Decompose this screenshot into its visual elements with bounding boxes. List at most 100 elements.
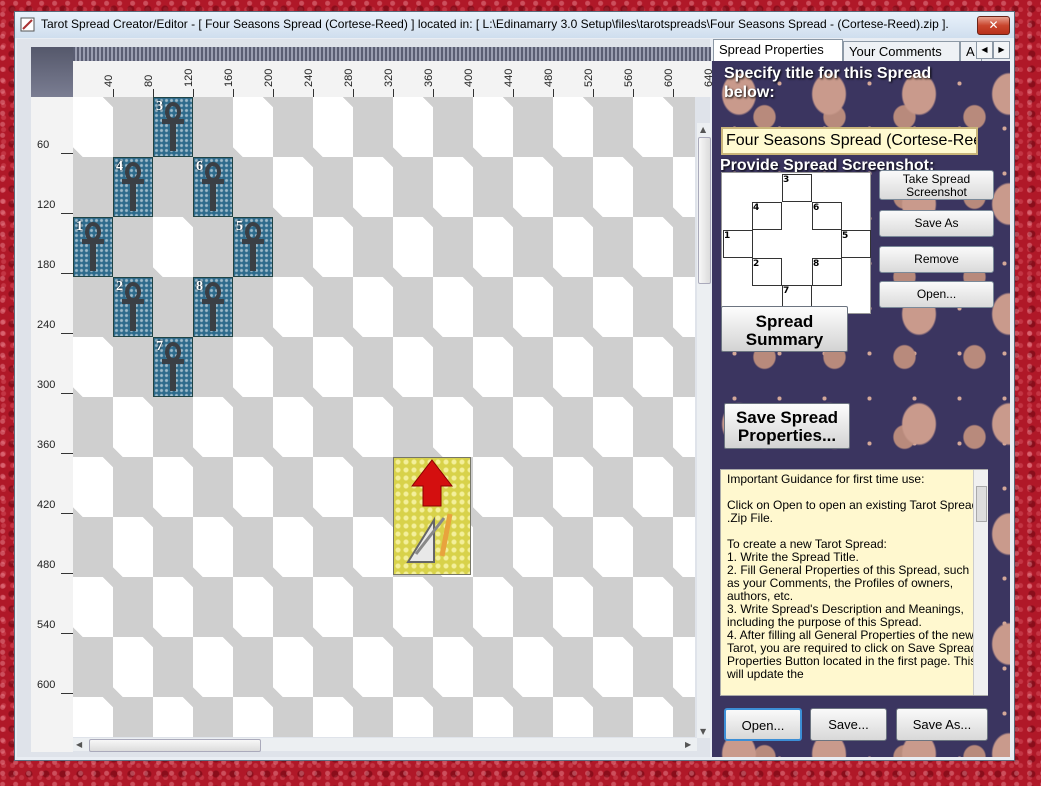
screenshot-box: 8 bbox=[812, 258, 842, 286]
card-number: 3 bbox=[156, 99, 163, 114]
ruler-top-label: 120 bbox=[183, 68, 195, 87]
ruler-tick bbox=[233, 89, 234, 97]
panel-background: Specify title for this Spread below: Fou… bbox=[712, 61, 1010, 757]
ruler-tick bbox=[353, 89, 354, 97]
ruler-top-label: 80 bbox=[143, 74, 155, 87]
ankh-icon bbox=[202, 282, 224, 331]
card-number: 7 bbox=[156, 339, 163, 354]
spread-card-position[interactable]: 4 bbox=[113, 157, 153, 217]
remove-screenshot-button[interactable]: Remove bbox=[879, 246, 994, 273]
spread-card-position[interactable]: 7 bbox=[153, 337, 193, 397]
ruler-left-label: 300 bbox=[37, 379, 56, 391]
scroll-right-icon[interactable]: ▶ bbox=[685, 740, 691, 749]
ruler-top: 40 80 120 160 200 240 280 320 360 400 440 480 520 560… bbox=[73, 47, 715, 97]
spread-board[interactable]: 3 4 6 1 5 2 8 7 bbox=[73, 97, 695, 737]
ruler-left-label: 180 bbox=[37, 259, 56, 271]
scroll-down-icon[interactable]: ▼ bbox=[700, 727, 706, 736]
card-number: 4 bbox=[116, 159, 123, 174]
card-number: 8 bbox=[196, 279, 203, 294]
ruler-tick bbox=[673, 89, 674, 97]
ankh-icon bbox=[202, 162, 224, 211]
card-number: 6 bbox=[196, 159, 203, 174]
properties-panel: Spread Properties Your Comments A ◀ ▶ Sp… bbox=[712, 39, 1010, 757]
horizontal-scroll-thumb[interactable] bbox=[89, 739, 261, 752]
ruler-tick bbox=[633, 89, 634, 97]
spread-title-input[interactable]: Four Seasons Spread (Cortese-Reed) bbox=[721, 127, 978, 155]
ruler-tick bbox=[61, 153, 73, 154]
ruler-tick bbox=[513, 89, 514, 97]
ruler-left-label: 60 bbox=[37, 139, 50, 151]
tab-your-comments[interactable]: Your Comments bbox=[843, 41, 960, 62]
ruler-left-label: 120 bbox=[37, 199, 56, 211]
screenshot-box: 1 bbox=[723, 230, 753, 258]
ruler-top-label: 160 bbox=[223, 68, 235, 87]
take-screenshot-button[interactable]: Take Spread Screenshot bbox=[879, 170, 994, 200]
save-button[interactable]: Save... bbox=[810, 708, 887, 741]
tab-scroll-left-icon[interactable]: ◀ bbox=[976, 41, 993, 59]
screenshot-box: 4 bbox=[752, 202, 782, 230]
guidance-scrollbar[interactable] bbox=[973, 470, 988, 695]
ankh-icon bbox=[122, 162, 144, 211]
save-screenshot-as-button[interactable]: Save As bbox=[879, 210, 994, 237]
ruler-tick bbox=[193, 89, 194, 97]
ruler-tick bbox=[113, 89, 114, 97]
ruler-tick bbox=[433, 89, 434, 97]
spread-card-position[interactable]: 5 bbox=[233, 217, 273, 277]
screenshot-box: 6 bbox=[812, 202, 842, 230]
ruler-top-label: 40 bbox=[103, 74, 115, 87]
ruler-tick bbox=[61, 513, 73, 514]
spread-canvas-area: 40 80 120 160 200 240 280 320 360 400 440 480 520 560… bbox=[17, 39, 715, 757]
vertical-scrollbar[interactable]: ▲ ▼ bbox=[697, 123, 711, 738]
card-number: 5 bbox=[236, 219, 243, 234]
ruler-left-label: 480 bbox=[37, 559, 56, 571]
spread-summary-button[interactable]: Spread Summary bbox=[721, 306, 848, 352]
guidance-scroll-thumb[interactable] bbox=[976, 486, 987, 522]
ruler-tick bbox=[61, 573, 73, 574]
ruler-top-label: 320 bbox=[383, 68, 395, 87]
spread-card-position[interactable]: 3 bbox=[153, 97, 193, 157]
ruler-tick bbox=[61, 273, 73, 274]
ruler-top-label: 600 bbox=[663, 68, 675, 87]
scroll-left-icon[interactable]: ◀ bbox=[76, 740, 82, 749]
spread-screenshot: 3 4 6 1 5 2 8 7 bbox=[721, 172, 871, 314]
ruler-top-label: 200 bbox=[263, 68, 275, 87]
tab-spread-properties[interactable]: Spread Properties bbox=[713, 39, 843, 62]
app-icon bbox=[20, 17, 35, 32]
ruler-tick bbox=[593, 89, 594, 97]
new-card-tool[interactable] bbox=[393, 457, 471, 575]
spread-card-position[interactable]: 6 bbox=[193, 157, 233, 217]
screenshot-box: 5 bbox=[841, 230, 871, 258]
ruler-tick bbox=[313, 89, 314, 97]
spread-card-position[interactable]: 8 bbox=[193, 277, 233, 337]
scroll-up-icon[interactable]: ▲ bbox=[700, 125, 706, 134]
ruler-tick bbox=[153, 89, 154, 97]
ruler-left-label: 540 bbox=[37, 619, 56, 631]
open-button[interactable]: Open... bbox=[724, 708, 802, 741]
window-title: Tarot Spread Creator/Editor - [ Four Sea… bbox=[41, 17, 949, 31]
vertical-scroll-thumb[interactable] bbox=[698, 137, 711, 284]
save-spread-properties-button[interactable]: Save Spread Properties... bbox=[724, 403, 850, 449]
ruler-top-label: 440 bbox=[503, 68, 515, 87]
ruler-left-label: 420 bbox=[37, 499, 56, 511]
ankh-icon bbox=[122, 282, 144, 331]
close-button[interactable]: ✕ bbox=[977, 16, 1010, 35]
title-bar[interactable]: Tarot Spread Creator/Editor - [ Four Sea… bbox=[15, 12, 1014, 38]
save-as-button[interactable]: Save As... bbox=[896, 708, 988, 741]
spread-card-position[interactable]: 1 bbox=[73, 217, 113, 277]
horizontal-scrollbar[interactable]: ◀ ▶ bbox=[73, 738, 697, 752]
title-prompt: Specify title for this Spread below: bbox=[724, 65, 932, 101]
tab-scroll-right-icon[interactable]: ▶ bbox=[993, 41, 1010, 59]
spread-card-position[interactable]: 2 bbox=[113, 277, 153, 337]
ruler-tick bbox=[273, 89, 274, 97]
ruler-tick bbox=[393, 89, 394, 97]
ruler-hatch bbox=[73, 47, 711, 61]
ruler-tick bbox=[61, 453, 73, 454]
ruler-tick bbox=[61, 693, 73, 694]
ruler-tick bbox=[61, 333, 73, 334]
guidance-text: Important Guidance for first time use: C… bbox=[720, 469, 988, 696]
card-number: 1 bbox=[76, 219, 83, 234]
ruler-left-label: 360 bbox=[37, 439, 56, 451]
open-screenshot-button[interactable]: Open... bbox=[879, 281, 994, 308]
ruler-left-label: 240 bbox=[37, 319, 56, 331]
ankh-icon bbox=[242, 222, 264, 271]
